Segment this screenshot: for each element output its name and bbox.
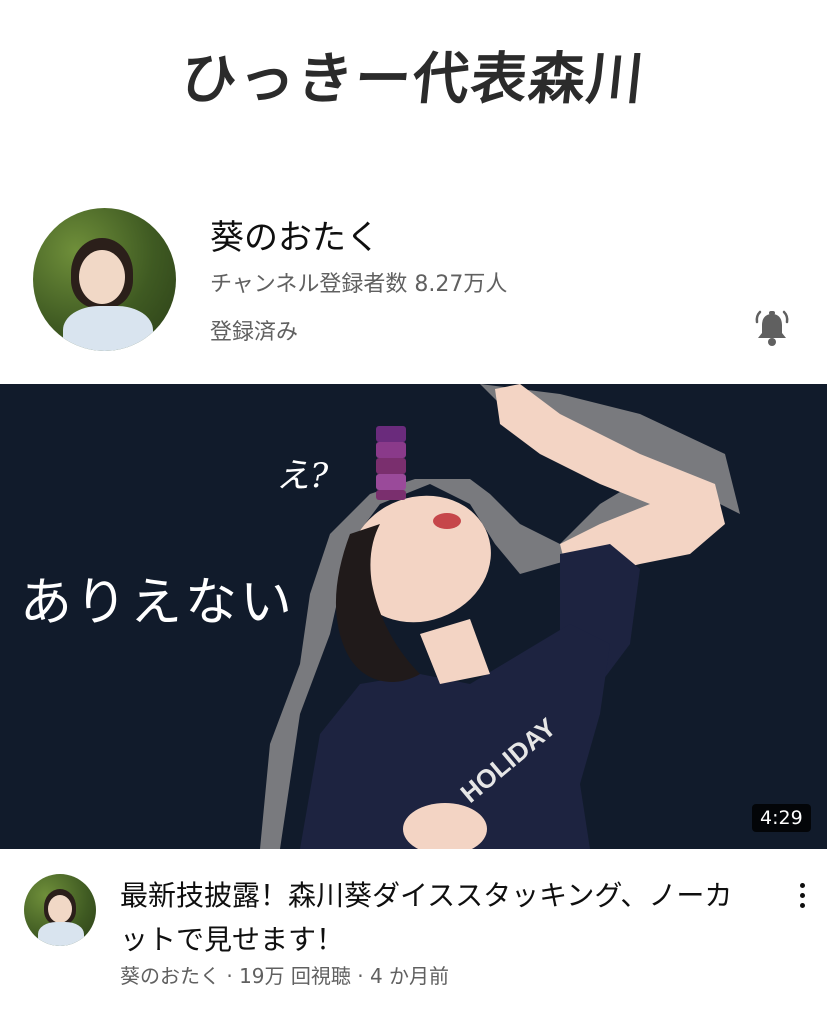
dot-icon — [799, 893, 805, 898]
channel-avatar[interactable] — [33, 208, 176, 351]
video-channel-avatar[interactable] — [24, 874, 96, 946]
notification-bell-icon[interactable] — [752, 308, 792, 348]
subscriber-count: チャンネル登録者数 8.27万人 — [210, 272, 508, 297]
thumbnail-caption-small: え? — [276, 456, 329, 496]
video-metadata: 葵のおたく · 19万 回視聴 · 4 か月前 — [120, 964, 450, 988]
thumbnail-caption-main: ありえない — [20, 573, 296, 633]
avatar-face — [48, 895, 72, 923]
dot-icon — [799, 903, 805, 908]
avatar-shirt — [38, 922, 84, 946]
avatar-shirt — [63, 306, 153, 351]
dot-icon — [799, 883, 805, 888]
channel-header[interactable]: 葵のおたく チャンネル登録者数 8.27万人 登録済み — [0, 190, 827, 380]
video-duration-badge: 4:29 — [752, 804, 811, 832]
more-vert-icon[interactable] — [790, 878, 814, 914]
channel-banner: ひっきー代表森川 — [0, 0, 827, 180]
video-title[interactable]: 最新技披露！森川葵ダイススタッキング、ノーカットで見せます！ — [120, 874, 760, 962]
subscribed-button[interactable]: 登録済み — [210, 314, 298, 346]
video-info[interactable]: 最新技披露！森川葵ダイススタッキング、ノーカットで見せます！ 葵のおたく · 1… — [0, 860, 827, 1015]
video-thumbnail[interactable]: HOLIDAY え? ありえない 4:29 — [0, 384, 827, 849]
banner-title: ひっきー代表森川 — [177, 46, 649, 112]
avatar-face — [79, 250, 125, 304]
channel-name[interactable]: 葵のおたく — [210, 210, 380, 259]
